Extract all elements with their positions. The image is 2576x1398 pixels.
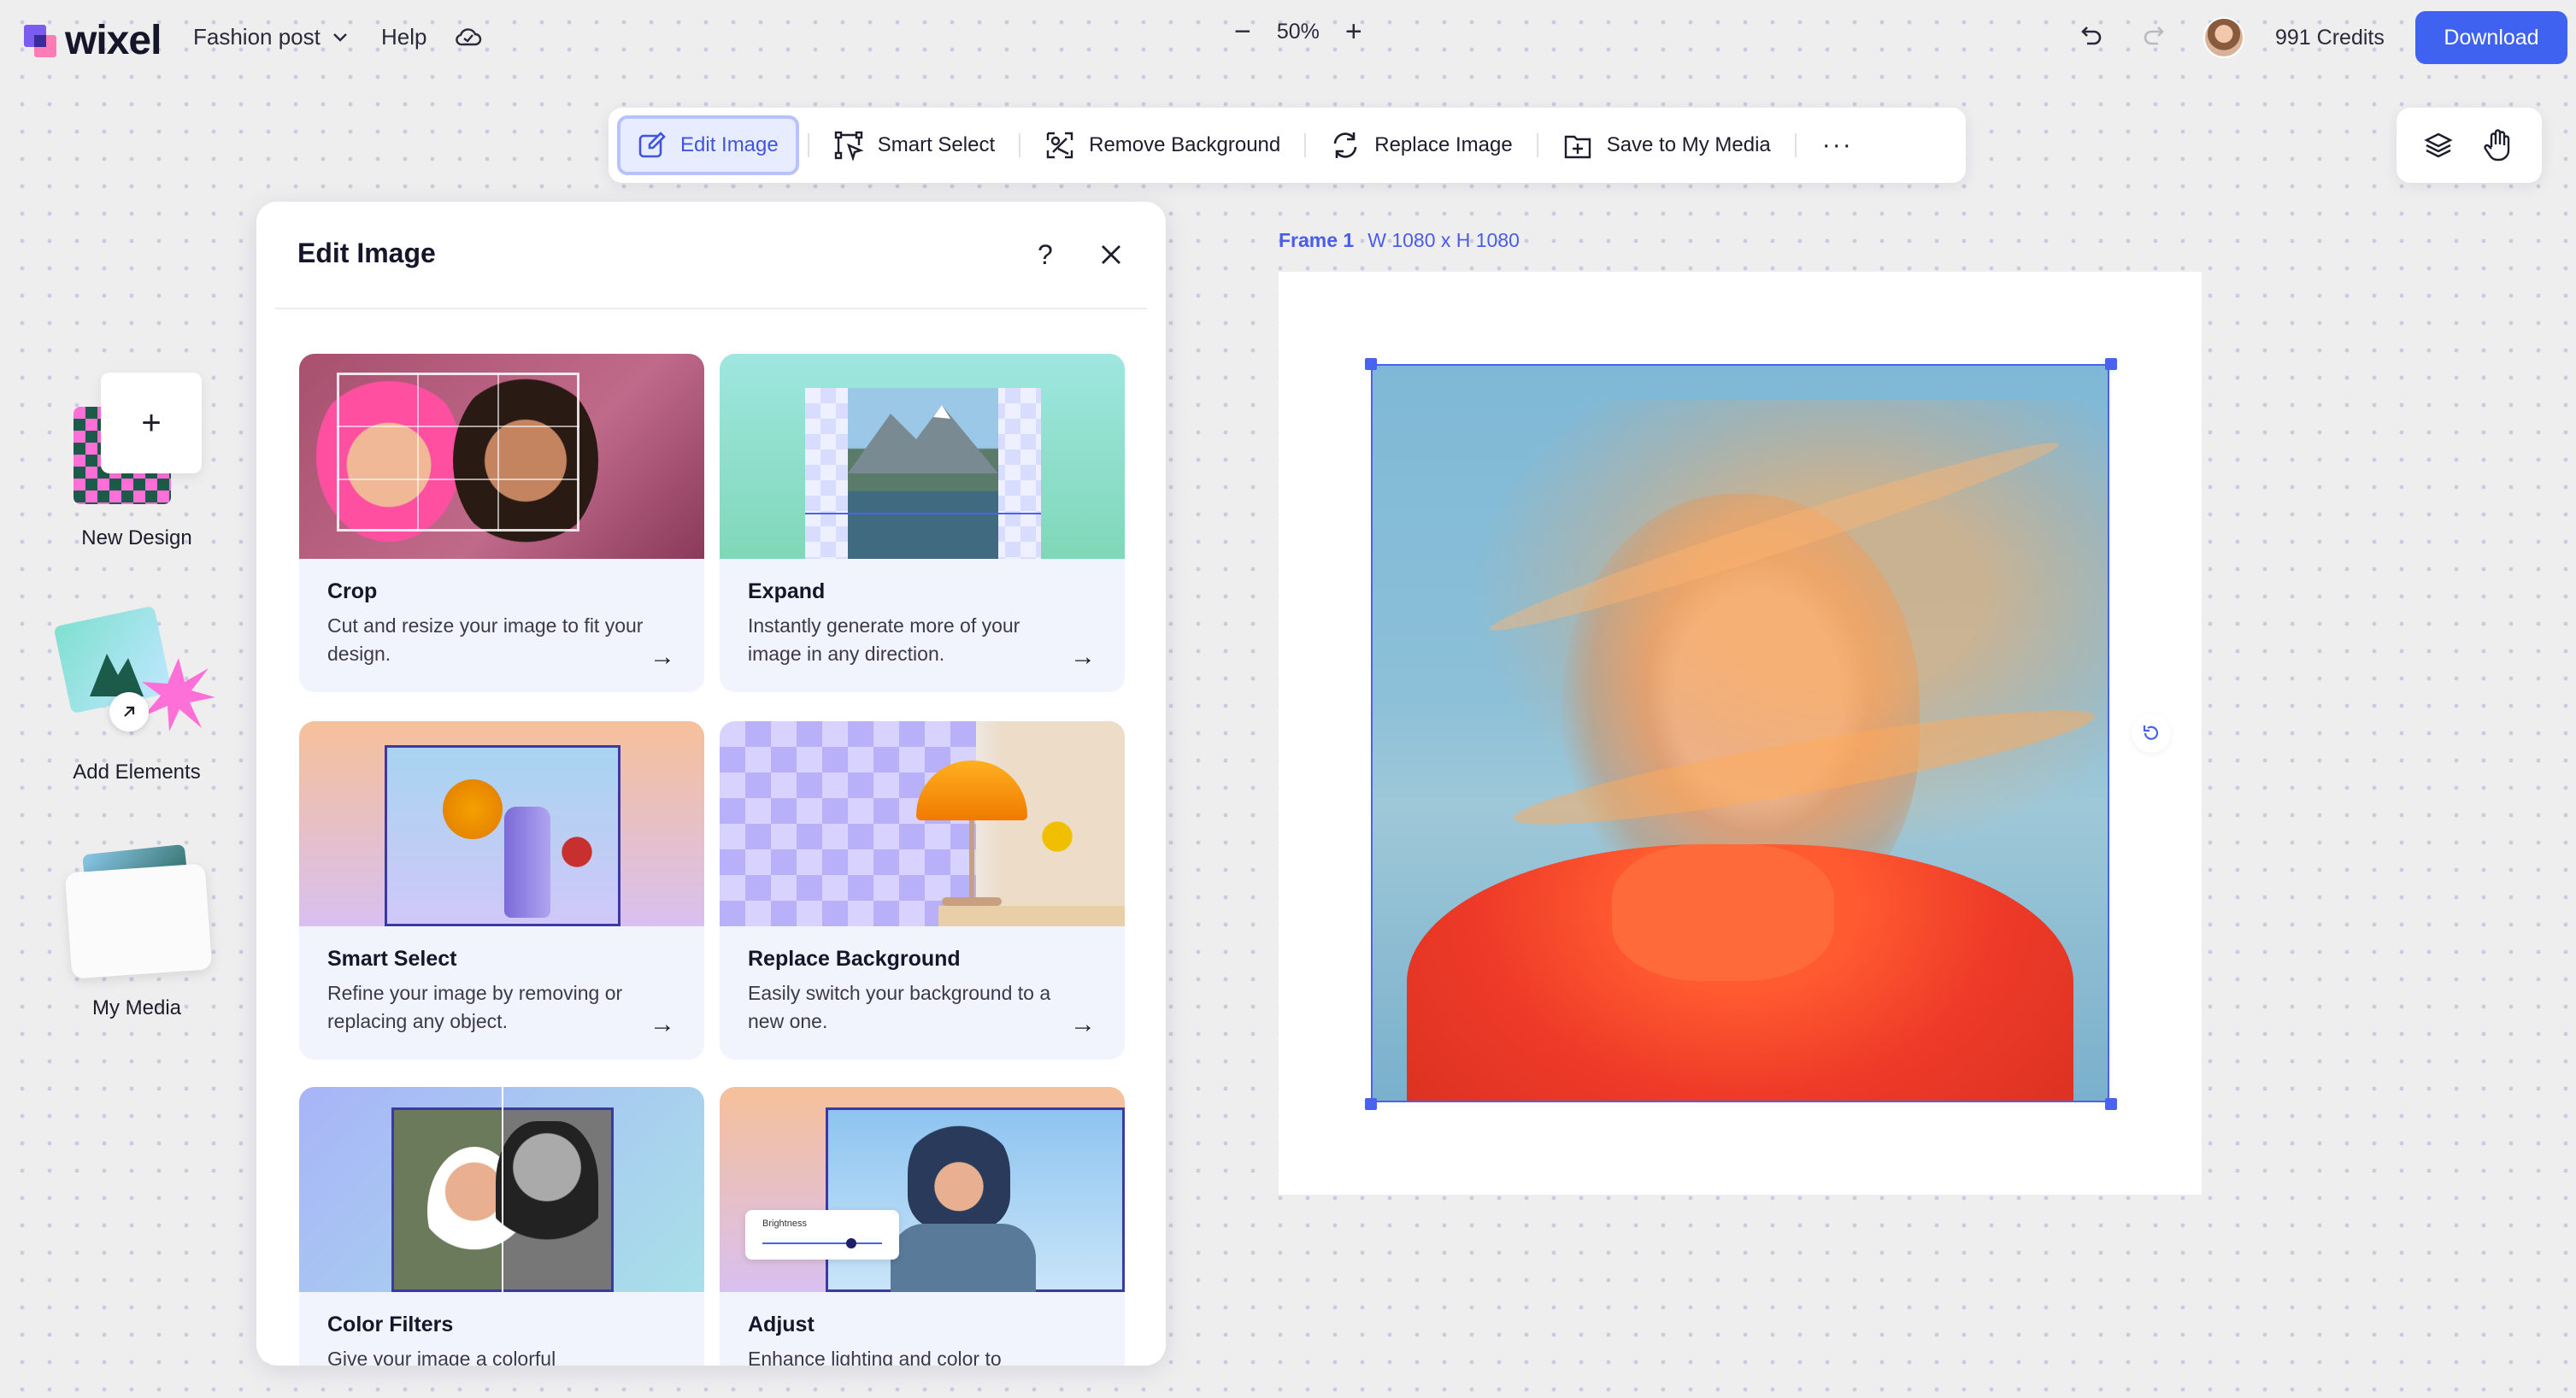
remove-background-icon <box>1046 132 1073 159</box>
replace-icon <box>1333 132 1357 158</box>
crop-card[interactable]: Crop Cut and resize your image to fit yo… <box>299 354 704 692</box>
adjust-thumbnail: Brightness <box>720 1087 1125 1292</box>
color-filters-thumbnail <box>299 1087 704 1292</box>
toolbar-divider <box>1794 133 1797 157</box>
save-to-my-media-button[interactable]: Save to My Media <box>1547 115 1786 175</box>
toolbar-divider <box>1019 133 1021 157</box>
expand-thumbnail <box>720 354 1125 559</box>
panel-divider <box>275 308 1147 309</box>
layers-icon[interactable] <box>2423 131 2453 160</box>
add-elements-button[interactable]: Add Elements <box>51 605 222 786</box>
smart-select-title: Smart Select <box>327 947 457 971</box>
smart-select-thumbnail <box>299 721 704 926</box>
selected-image[interactable] <box>1371 364 2109 1102</box>
cloud-sync-icon[interactable] <box>455 24 482 50</box>
expand-description: Instantly generate more of your image in… <box>748 614 1020 665</box>
app-logo[interactable]: wixel <box>24 17 162 64</box>
more-options-button[interactable]: ··· <box>1805 131 1870 160</box>
canvas-tools <box>2397 108 2542 183</box>
zoom-level[interactable]: 50% <box>1277 20 1320 44</box>
help-icon[interactable]: ? <box>1038 239 1053 271</box>
starburst-icon <box>142 658 215 731</box>
frame-size: W 1080 x H 1080 <box>1367 229 1520 251</box>
arrow-up-right-icon <box>109 692 149 731</box>
arrow-right-icon: → <box>650 1010 675 1038</box>
project-name-dropdown[interactable]: Fashion post <box>193 24 348 50</box>
arrow-right-icon: → <box>1070 643 1096 671</box>
zoom-in-button[interactable]: + <box>1345 17 1362 46</box>
adjust-title: Adjust <box>748 1313 815 1336</box>
expand-card[interactable]: Expand Instantly generate more of your i… <box>720 354 1125 692</box>
download-button[interactable]: Download <box>2415 11 2567 64</box>
help-menu[interactable]: Help <box>381 24 426 50</box>
plus-icon: + <box>101 373 202 473</box>
folder-icon <box>64 863 213 979</box>
hand-icon[interactable] <box>2483 128 2515 162</box>
panel-title: Edit Image <box>297 238 436 268</box>
adjust-card[interactable]: Brightness Adjust Enhance lighting and c… <box>720 1087 1125 1366</box>
resize-handle-bottom-left[interactable] <box>1365 1098 1377 1110</box>
remove-background-label: Remove Background <box>1089 133 1281 156</box>
my-media-label: My Media <box>91 996 182 1019</box>
brightness-chip: Brightness <box>745 1210 899 1260</box>
smart-select-button[interactable]: Smart Select <box>818 115 1010 175</box>
new-design-label: New Design <box>81 526 192 549</box>
expand-title: Expand <box>748 579 826 603</box>
tree-shape-icon <box>90 654 144 696</box>
edit-image-label: Edit Image <box>680 133 779 156</box>
logo-wordmark: wixel <box>65 18 162 63</box>
smart-select-icon <box>834 131 864 161</box>
smart-select-label: Smart Select <box>877 133 996 156</box>
resize-handle-bottom-right[interactable] <box>2105 1098 2117 1110</box>
color-filters-title: Color Filters <box>327 1313 454 1336</box>
save-to-my-media-label: Save to My Media <box>1606 133 1771 156</box>
arrow-right-icon: → <box>650 643 675 671</box>
brightness-label: Brightness <box>762 1219 807 1229</box>
toolbar-divider <box>1536 133 1538 157</box>
logo-mark-icon <box>24 24 56 57</box>
save-media-icon <box>1564 135 1591 159</box>
smart-select-card[interactable]: Smart Select Refine your image by removi… <box>299 721 704 1060</box>
color-filters-description: Give your image a colorful <box>327 1348 556 1366</box>
edit-image-panel: Edit Image ? Crop Cut and resize your im… <box>256 202 1166 1366</box>
replace-image-button[interactable]: Replace Image <box>1314 115 1527 175</box>
chevron-down-icon <box>333 32 347 42</box>
adjust-description: Enhance lighting and color to <box>748 1348 1002 1366</box>
edit-image-button[interactable]: Edit Image <box>617 115 799 175</box>
replace-background-title: Replace Background <box>748 947 961 971</box>
zoom-out-button[interactable]: − <box>1234 17 1251 46</box>
remove-background-button[interactable]: Remove Background <box>1029 115 1296 175</box>
resize-handle-top-right[interactable] <box>2105 358 2117 370</box>
project-name: Fashion post <box>193 24 321 50</box>
edit-icon <box>638 132 666 158</box>
replace-image-label: Replace Image <box>1374 133 1513 156</box>
replace-background-thumbnail <box>720 721 1125 926</box>
toolbar-divider <box>807 133 809 157</box>
undo-icon[interactable] <box>2077 22 2104 50</box>
rotate-icon[interactable] <box>2132 714 2171 753</box>
close-icon[interactable] <box>1099 243 1123 267</box>
add-elements-label: Add Elements <box>73 761 201 784</box>
replace-background-card[interactable]: Replace Background Easily switch your ba… <box>720 721 1125 1060</box>
new-design-button[interactable]: + New Design <box>51 373 222 552</box>
resize-handle-top-left[interactable] <box>1365 358 1377 370</box>
zoom-control: − 50% + <box>1234 17 1362 46</box>
smart-select-description: Refine your image by removing or replaci… <box>327 982 623 1032</box>
arrow-right-icon: → <box>1070 1010 1096 1038</box>
redo-icon[interactable] <box>2141 22 2168 50</box>
color-filters-card[interactable]: Color Filters Give your image a colorful <box>299 1087 704 1366</box>
my-media-button[interactable]: My Media <box>51 843 222 1025</box>
toolbar-divider <box>1304 133 1307 157</box>
crop-title: Crop <box>327 579 378 603</box>
crop-thumbnail <box>299 354 704 559</box>
crop-description: Cut and resize your image to fit your de… <box>327 614 644 665</box>
frame-label[interactable]: Frame 1 W 1080 x H 1080 <box>1279 229 1520 252</box>
credits-count: 991 Credits <box>2275 26 2385 50</box>
image-toolbar: Edit Image Smart Select Remove Backgroun… <box>609 108 1966 183</box>
frame-name: Frame 1 <box>1279 229 1355 251</box>
user-avatar[interactable] <box>2203 17 2244 58</box>
replace-background-description: Easily switch your background to a new o… <box>748 982 1051 1032</box>
